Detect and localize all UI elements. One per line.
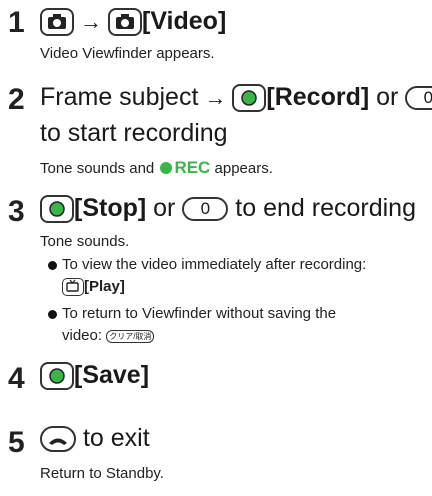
- center-key-icon: [40, 195, 74, 224]
- tone-text: Tone sounds and: [40, 160, 155, 177]
- bullet-text: To view the video immediately after reco…: [62, 256, 367, 273]
- rec-indicator: REC: [174, 158, 211, 177]
- step-description: Tone sounds.: [40, 233, 130, 250]
- step-number: 5: [8, 426, 25, 459]
- end-recording-text: to end recording: [235, 194, 416, 222]
- tv-key-icon: [62, 278, 84, 297]
- zero-key-icon: 0: [405, 86, 432, 111]
- save-label: [Save]: [74, 361, 150, 389]
- frame-subject-text: Frame subject: [40, 83, 199, 111]
- video-text: video:: [62, 327, 103, 344]
- or-text: or: [376, 83, 399, 111]
- play-label: [Play]: [84, 278, 125, 295]
- appears-text: appears.: [214, 160, 273, 177]
- step-heading: [Stop] or 0 to end recording: [40, 193, 416, 224]
- clear-key-icon: クリア/取消: [106, 329, 155, 343]
- step-number: 3: [8, 195, 25, 228]
- or-text: or: [153, 194, 176, 222]
- bullet-text: To return to Viewfinder without saving t…: [62, 305, 337, 322]
- end-call-key-icon: [40, 426, 76, 453]
- step-description: Return to Standby.: [40, 465, 164, 482]
- rec-dot-icon: [160, 162, 173, 175]
- step-heading: Frame subject → [Record] or 0: [40, 82, 432, 113]
- step-heading: to exit: [40, 423, 150, 453]
- step-heading: → [Video]: [40, 6, 226, 37]
- video-label: [Video]: [142, 7, 227, 35]
- center-key-icon: [232, 84, 267, 113]
- step-heading-line2: to start recording: [40, 119, 228, 147]
- play-line: [Play]: [62, 277, 125, 297]
- center-key-icon: [40, 362, 74, 391]
- camera-key-icon: [40, 8, 74, 37]
- bullet-text-line2: video: クリア/取消: [62, 326, 155, 346]
- zero-key-icon: 0: [182, 197, 229, 222]
- step-heading: [Save]: [40, 360, 150, 391]
- record-label: [Record]: [266, 83, 370, 111]
- arrow-icon: →: [80, 9, 102, 35]
- step-description: Tone sounds and REC appears.: [40, 158, 273, 179]
- to-exit-text: to exit: [82, 424, 150, 452]
- stop-label: [Stop]: [74, 194, 147, 222]
- camera-key-icon: [108, 8, 142, 37]
- bullet-icon: [48, 261, 57, 270]
- step-description: Video Viewfinder appears.: [40, 45, 215, 62]
- step-number: 4: [8, 362, 25, 395]
- bullet-icon: [48, 310, 57, 319]
- step-number: 1: [8, 6, 25, 39]
- arrow-icon: →: [204, 85, 227, 111]
- step-number: 2: [8, 83, 25, 116]
